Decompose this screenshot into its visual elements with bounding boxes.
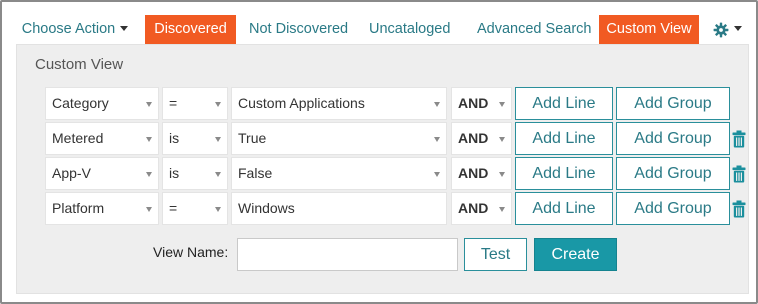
view-name-input[interactable] bbox=[237, 238, 458, 271]
dropdown-arrow-icon bbox=[146, 137, 152, 142]
add-group-button[interactable]: Add Group bbox=[616, 87, 730, 120]
operator-select-value: = bbox=[169, 95, 178, 111]
caret-down-icon bbox=[120, 25, 129, 31]
create-button[interactable]: Create bbox=[534, 238, 617, 271]
value-input-text: Windows bbox=[238, 200, 295, 216]
add-line-button[interactable]: Add Line bbox=[515, 157, 613, 190]
trash-icon[interactable] bbox=[732, 165, 746, 183]
logic-select-value: AND bbox=[458, 165, 489, 181]
tab-not-discovered[interactable]: Not Discovered bbox=[249, 15, 348, 44]
logic-select-value: AND bbox=[458, 95, 489, 111]
value-select-value: True bbox=[238, 130, 267, 146]
operator-select[interactable]: = bbox=[162, 87, 228, 120]
dropdown-arrow-icon bbox=[215, 102, 221, 107]
logic-select[interactable]: AND bbox=[451, 192, 512, 225]
dropdown-arrow-icon bbox=[215, 207, 221, 212]
value-input[interactable]: Windows bbox=[231, 192, 447, 225]
dropdown-arrow-icon bbox=[434, 172, 440, 177]
value-select[interactable]: True bbox=[231, 122, 447, 155]
filter-row: Metered is True AND Add Line Add Group bbox=[17, 122, 750, 155]
dropdown-arrow-icon bbox=[499, 172, 505, 177]
gear-icon bbox=[713, 22, 729, 37]
field-select-value: App-V bbox=[52, 165, 91, 181]
logic-select[interactable]: AND bbox=[451, 122, 512, 155]
operator-select-value: = bbox=[169, 200, 178, 216]
value-select-value: Custom Applications bbox=[238, 95, 365, 111]
value-select[interactable]: Custom Applications bbox=[231, 87, 447, 120]
filter-row: App-V is False AND Add Line Add Group bbox=[17, 157, 750, 190]
operator-select[interactable]: is bbox=[162, 157, 228, 190]
field-select[interactable]: Platform bbox=[45, 192, 159, 225]
value-select[interactable]: False bbox=[231, 157, 447, 190]
dropdown-arrow-icon bbox=[499, 102, 505, 107]
filter-row: Platform = Windows AND Add Line Add Group bbox=[17, 192, 750, 225]
dropdown-arrow-icon bbox=[434, 137, 440, 142]
add-group-button[interactable]: Add Group bbox=[616, 157, 730, 190]
add-line-button[interactable]: Add Line bbox=[515, 122, 613, 155]
dropdown-arrow-icon bbox=[146, 207, 152, 212]
value-select-value: False bbox=[238, 165, 273, 181]
add-line-button[interactable]: Add Line bbox=[515, 192, 613, 225]
operator-select-value: is bbox=[169, 130, 180, 146]
logic-select[interactable]: AND bbox=[451, 157, 512, 190]
custom-view-window: Choose Action Discovered Not Discovered … bbox=[0, 0, 758, 304]
dropdown-arrow-icon bbox=[434, 102, 440, 107]
operator-select[interactable]: is bbox=[162, 122, 228, 155]
dropdown-arrow-icon bbox=[499, 137, 505, 142]
operator-select-value: is bbox=[169, 165, 180, 181]
logic-select[interactable]: AND bbox=[451, 87, 512, 120]
dropdown-arrow-icon bbox=[146, 102, 152, 107]
operator-select[interactable]: = bbox=[162, 192, 228, 225]
trash-icon[interactable] bbox=[732, 130, 746, 148]
field-select[interactable]: Metered bbox=[45, 122, 159, 155]
logic-select-value: AND bbox=[458, 200, 489, 216]
field-select[interactable]: Category bbox=[45, 87, 159, 120]
test-button[interactable]: Test bbox=[464, 238, 527, 271]
add-group-button[interactable]: Add Group bbox=[616, 192, 730, 225]
dropdown-arrow-icon bbox=[146, 172, 152, 177]
dropdown-arrow-icon bbox=[215, 172, 221, 177]
add-group-button[interactable]: Add Group bbox=[616, 122, 730, 155]
field-select[interactable]: App-V bbox=[45, 157, 159, 190]
tab-choose-action[interactable]: Choose Action bbox=[16, 15, 134, 44]
tab-choose-action-label: Choose Action bbox=[21, 21, 116, 37]
tab-custom-view[interactable]: Custom View bbox=[599, 15, 699, 44]
tab-uncataloged[interactable]: Uncataloged bbox=[369, 15, 450, 44]
panel-title: Custom View bbox=[35, 56, 124, 73]
add-line-button[interactable]: Add Line bbox=[515, 87, 613, 120]
view-name-label: View Name: bbox=[153, 244, 229, 260]
dropdown-arrow-icon bbox=[499, 207, 505, 212]
field-select-value: Platform bbox=[52, 200, 105, 216]
custom-view-panel: Custom View Category = Custom Applications… bbox=[16, 44, 749, 294]
trash-icon[interactable] bbox=[732, 200, 746, 218]
field-select-value: Metered bbox=[52, 130, 104, 146]
tab-advanced-search[interactable]: Advanced Search bbox=[477, 15, 591, 44]
caret-down-icon bbox=[734, 26, 742, 31]
settings-menu-button[interactable] bbox=[713, 15, 742, 44]
tab-discovered[interactable]: Discovered bbox=[145, 15, 236, 44]
logic-select-value: AND bbox=[458, 130, 489, 146]
filter-row: Category = Custom Applications AND Add Line A… bbox=[17, 87, 750, 120]
tab-bar: Choose Action Discovered Not Discovered … bbox=[16, 15, 748, 44]
dropdown-arrow-icon bbox=[215, 137, 221, 142]
field-select-value: Category bbox=[52, 95, 109, 111]
